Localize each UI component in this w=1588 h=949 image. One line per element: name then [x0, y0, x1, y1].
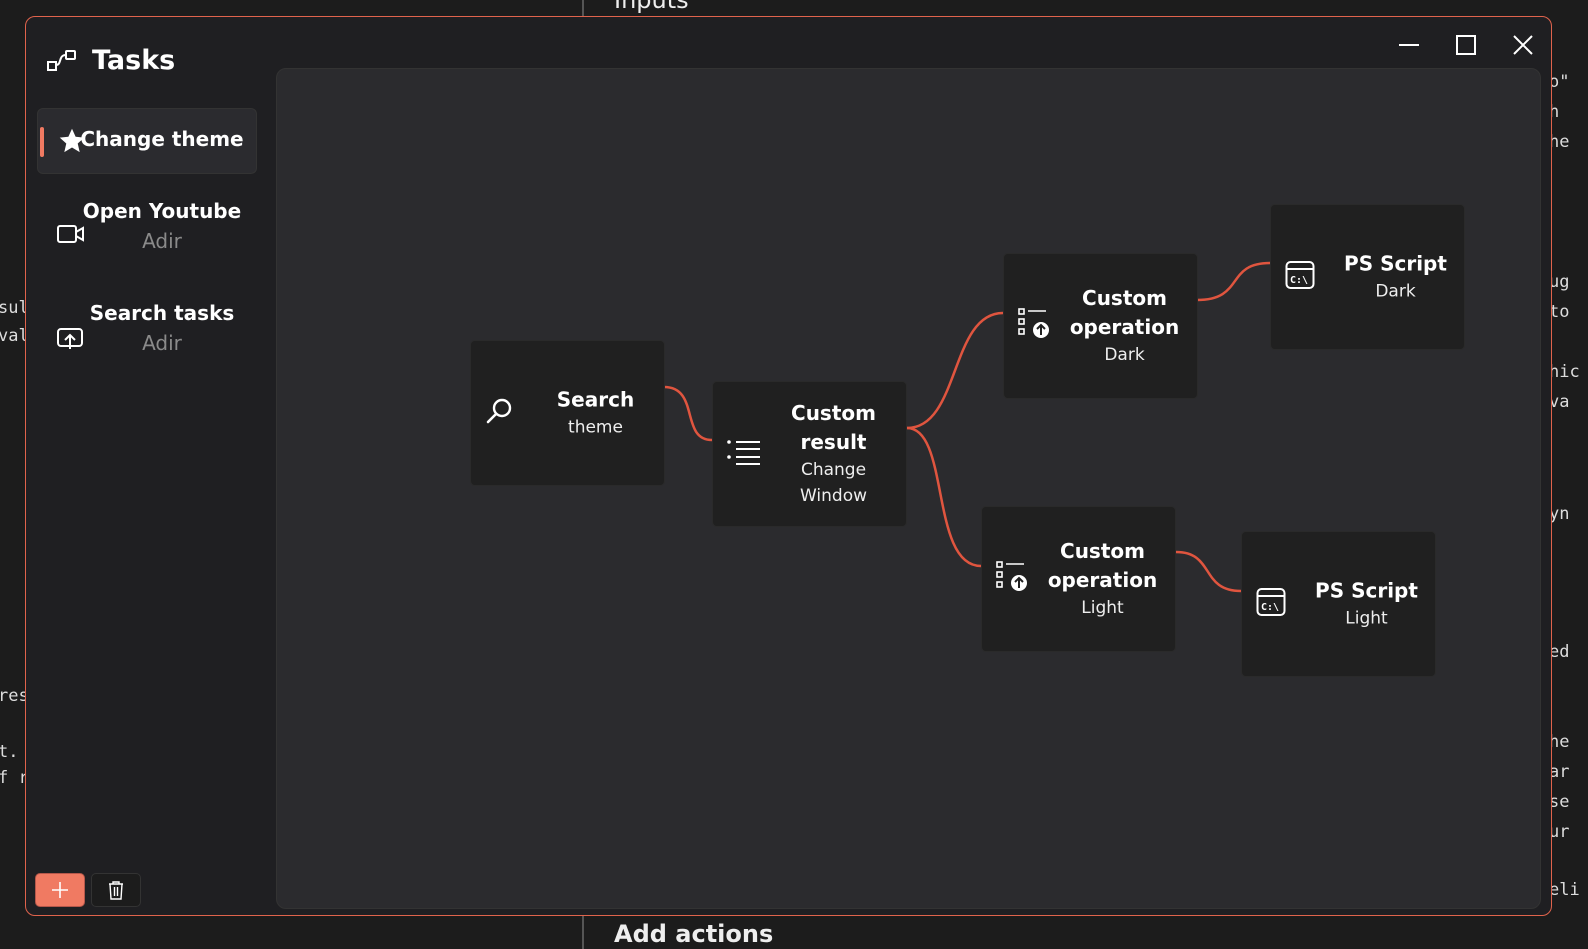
- node-text: Custom result Change Window: [775, 399, 892, 509]
- minimize-button[interactable]: [1389, 25, 1429, 65]
- custom-operation-icon: [996, 561, 1028, 597]
- background-text: va: [1549, 392, 1570, 412]
- node-title: PS Script: [1344, 251, 1447, 276]
- graph-node-ps-script[interactable]: C:\ PS Script Dark: [1270, 204, 1465, 350]
- background-heading: Inputs: [614, 0, 689, 14]
- background-text: ur: [1549, 822, 1570, 842]
- background-text: ed: [1549, 642, 1570, 662]
- background-heading: Add actions: [614, 920, 774, 948]
- node-text: Custom operation Light: [1044, 537, 1161, 621]
- background-text: eli: [1549, 880, 1580, 900]
- maximize-button[interactable]: [1446, 25, 1486, 65]
- graph-node-search[interactable]: Search theme: [470, 340, 665, 486]
- search-icon: [485, 396, 515, 430]
- node-subtitle: Dark: [1104, 345, 1145, 365]
- graph-node-ps-script[interactable]: C:\ PS Script Light: [1241, 531, 1436, 677]
- node-subtitle: Light: [1081, 598, 1124, 618]
- star-icon: [59, 128, 85, 153]
- node-title: Search: [556, 387, 635, 412]
- trash-icon: [109, 881, 123, 900]
- background-text: ug: [1549, 272, 1570, 292]
- maximize-icon: [1456, 35, 1476, 55]
- node-subtitle: Light: [1345, 608, 1388, 629]
- terminal-icon: C:\: [1256, 587, 1286, 621]
- node-title: Custom result: [791, 401, 876, 454]
- sidebar-item-open-youtube[interactable]: Open Youtube Adir: [37, 199, 257, 279]
- sidebar-item-change-theme[interactable]: Change theme: [37, 108, 257, 174]
- svg-text:C:\: C:\: [1261, 602, 1279, 613]
- list-icon: [727, 439, 761, 469]
- background-text: he: [1549, 132, 1570, 152]
- svg-text:C:\: C:\: [1290, 275, 1308, 286]
- app-title-text: Tasks: [92, 45, 176, 76]
- node-title: PS Script: [1315, 578, 1418, 603]
- background-text: ar: [1549, 762, 1570, 782]
- node-title: Custom operation: [1069, 286, 1180, 339]
- close-button[interactable]: [1503, 25, 1543, 65]
- divider: [582, 0, 584, 16]
- node-text: Search theme: [531, 386, 660, 441]
- minimize-icon: [1399, 44, 1419, 46]
- video-icon: [57, 225, 84, 243]
- custom-operation-icon: [1018, 308, 1050, 344]
- node-text: PS Script Dark: [1331, 250, 1460, 305]
- graph-node-custom-result[interactable]: Custom result Change Window: [712, 381, 907, 527]
- sidebar-item-label: Search tasks: [89, 301, 235, 325]
- sidebar-item-search-tasks[interactable]: Search tasks Adir: [37, 301, 257, 381]
- delete-task-button[interactable]: [91, 873, 141, 907]
- background-text: yn: [1549, 504, 1570, 524]
- sidebar-item-label: Open Youtube: [82, 199, 242, 223]
- add-task-button[interactable]: [35, 873, 85, 907]
- background-text: to: [1549, 302, 1570, 322]
- terminal-icon: C:\: [1285, 260, 1315, 294]
- background-text: o": [1549, 72, 1570, 92]
- background-text: se: [1549, 792, 1570, 812]
- node-title: Custom operation: [1047, 539, 1158, 592]
- graph-node-custom-operation[interactable]: Custom operation Dark: [1003, 253, 1198, 399]
- divider: [582, 916, 584, 949]
- node-text: Custom operation Dark: [1066, 284, 1183, 368]
- app-title: Tasks: [46, 45, 175, 76]
- task-graph-canvas[interactable]: [276, 68, 1541, 909]
- background-text: he: [1549, 732, 1570, 752]
- node-subtitle: Dark: [1375, 281, 1416, 302]
- background-text: t.: [0, 742, 19, 762]
- flow-icon: [47, 49, 76, 71]
- share-screen-icon: [57, 328, 83, 349]
- close-icon: [1513, 35, 1533, 55]
- node-subtitle: Change Window: [799, 460, 868, 506]
- background-text: hic: [1549, 362, 1580, 382]
- plus-icon: [52, 882, 68, 898]
- graph-node-custom-operation[interactable]: Custom operation Light: [981, 506, 1176, 652]
- node-text: PS Script Light: [1302, 577, 1431, 632]
- active-indicator: [40, 127, 44, 157]
- node-subtitle: theme: [568, 417, 623, 438]
